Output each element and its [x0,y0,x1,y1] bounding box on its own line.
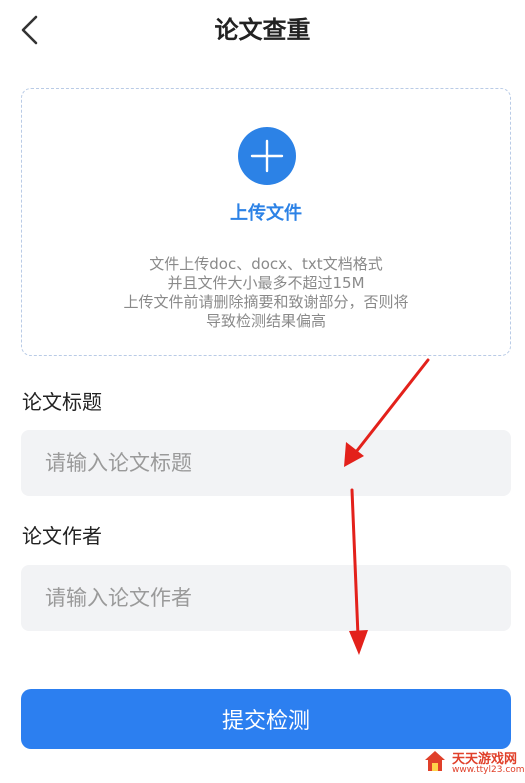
upload-note-size: 并且文件大小最多不超过15M [167,274,365,292]
upload-note-remove: 上传文件前请删除摘要和致谢部分，否则将 [123,293,409,311]
submit-check-button[interactable]: 提交检测 [21,689,511,749]
house-logo-icon [425,751,445,771]
upload-instructions: 文件上传doc、docx、txt文档格式 并且文件大小最多不超过15M 上传文件… [22,255,510,331]
site-watermark: 天天游戏网 www.ttyl23.com [424,748,525,780]
upload-note-result: 导致检测结果偏高 [205,312,326,330]
title-field-label: 论文标题 [22,390,102,414]
watermark-url: www.ttyl23.com [452,765,525,775]
upload-note-formats: 文件上传doc、docx、txt文档格式 [149,255,383,273]
upload-button[interactable] [238,127,296,185]
app-header: 论文查重 [0,0,525,62]
author-field-label: 论文作者 [22,524,102,548]
upload-area[interactable]: 上传文件 文件上传doc、docx、txt文档格式 并且文件大小最多不超过15M… [21,88,511,356]
paper-author-input[interactable] [21,565,511,631]
upload-file-label[interactable]: 上传文件 [22,199,510,225]
plus-icon [250,139,284,173]
page-title: 论文查重 [214,16,311,44]
paper-title-input[interactable] [21,430,511,496]
